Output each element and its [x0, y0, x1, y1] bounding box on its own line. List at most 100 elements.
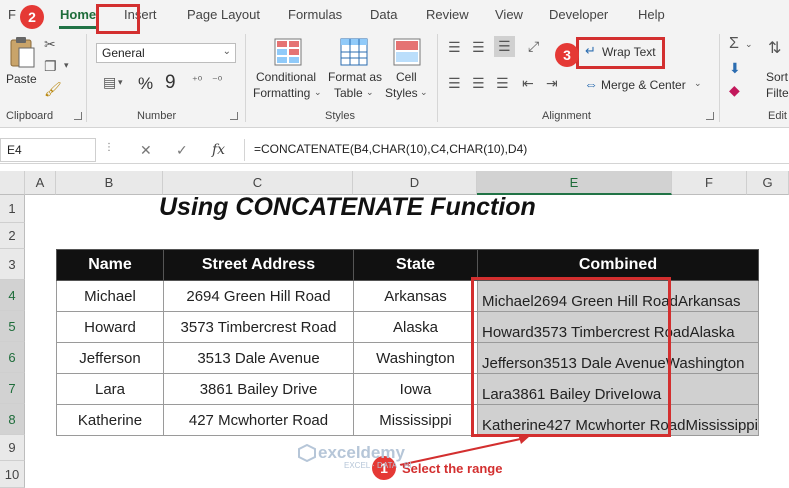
name-box[interactable]: E4	[0, 138, 96, 162]
align-center-icon[interactable]: ☰	[472, 75, 485, 92]
column-header-a[interactable]: A	[25, 171, 56, 195]
autosum-icon[interactable]: Σ	[729, 35, 739, 53]
row-header-8[interactable]: 8	[0, 404, 25, 435]
sort-filter-icon[interactable]: ⇅	[768, 38, 781, 58]
paste-icon[interactable]	[8, 36, 36, 70]
selected-range-highlight	[471, 277, 671, 437]
tab-review[interactable]: Review	[426, 7, 469, 22]
select-all-button[interactable]	[0, 171, 25, 195]
clear-icon[interactable]: ◆	[729, 82, 740, 99]
tab-developer[interactable]: Developer	[549, 7, 608, 22]
chevron-down-icon[interactable]: ⌄	[314, 87, 322, 98]
cell-state[interactable]: Iowa	[353, 373, 478, 405]
accounting-dropdown-icon[interactable]: ▾	[118, 77, 123, 88]
cell-styles-icon[interactable]	[393, 38, 421, 66]
column-header-f[interactable]: F	[672, 171, 747, 195]
chevron-down-icon[interactable]: ⌄	[694, 78, 702, 89]
cut-icon[interactable]: ✂	[44, 36, 56, 53]
orientation-icon[interactable]: ⤢	[528, 38, 539, 55]
header-street-address[interactable]: Street Address	[163, 249, 354, 281]
chevron-down-icon[interactable]: ⌄	[366, 87, 374, 98]
align-bottom-icon[interactable]: ☰	[494, 36, 515, 57]
clipboard-launcher-icon[interactable]	[74, 112, 82, 120]
align-top-icon[interactable]: ☰	[448, 39, 461, 56]
merge-center-icon[interactable]: ⇔	[584, 76, 598, 92]
cell-name[interactable]: Lara	[56, 373, 164, 405]
format-painter-icon[interactable]: 🖌	[44, 81, 62, 98]
header-state[interactable]: State	[353, 249, 478, 281]
chevron-down-icon[interactable]: ⌄	[420, 87, 428, 98]
conditional-formatting-label-2[interactable]: Formatting	[253, 86, 310, 100]
cell-street[interactable]: 427 Mcwhorter Road	[163, 404, 354, 436]
row-header-4[interactable]: 4	[0, 280, 25, 311]
paste-button-label[interactable]: Paste	[6, 72, 37, 86]
cell-street[interactable]: 3513 Dale Avenue	[163, 342, 354, 374]
insert-function-icon[interactable]: fx	[212, 142, 225, 158]
row-header-10[interactable]: 10	[0, 461, 25, 488]
row-header-6[interactable]: 6	[0, 342, 25, 373]
column-header-b[interactable]: B	[56, 171, 163, 195]
header-combined[interactable]: Combined	[477, 249, 759, 281]
cell-name[interactable]: Michael	[56, 280, 164, 312]
alignment-launcher-icon[interactable]	[706, 112, 714, 120]
cancel-icon[interactable]: ✕	[140, 142, 152, 159]
align-middle-icon[interactable]: ☰	[472, 39, 485, 56]
formula-input[interactable]: =CONCATENATE(B4,CHAR(10),C4,CHAR(10),D4)	[254, 142, 527, 156]
fill-icon[interactable]: ⬇	[729, 60, 741, 77]
conditional-formatting-label-1[interactable]: Conditional	[256, 70, 316, 84]
row-header-9[interactable]: 9	[0, 435, 25, 461]
align-right-icon[interactable]: ☰	[496, 75, 509, 92]
column-header-c[interactable]: C	[163, 171, 353, 195]
format-as-table-label-2[interactable]: Table	[334, 86, 363, 100]
number-format-select[interactable]: General ⌄	[96, 43, 236, 63]
increase-indent-icon[interactable]: ⇥	[546, 75, 558, 92]
tab-home[interactable]: Home	[60, 7, 96, 22]
cell-name[interactable]: Katherine	[56, 404, 164, 436]
header-name[interactable]: Name	[56, 249, 164, 281]
enter-icon[interactable]: ✓	[176, 142, 188, 159]
increase-decimal-icon[interactable]: ⁺⁰	[192, 74, 202, 87]
align-left-icon[interactable]: ☰	[448, 75, 461, 92]
comma-style-icon[interactable]: 9	[165, 72, 176, 94]
row-header-5[interactable]: 5	[0, 311, 25, 342]
cell-street[interactable]: 3861 Bailey Drive	[163, 373, 354, 405]
decrease-decimal-icon[interactable]: ⁻⁰	[212, 74, 222, 87]
filter-label[interactable]: Filter	[766, 86, 789, 100]
sort-label[interactable]: Sort	[766, 70, 788, 84]
tab-help[interactable]: Help	[638, 7, 665, 22]
tab-file[interactable]: F	[8, 7, 16, 22]
column-header-d[interactable]: D	[353, 171, 477, 195]
column-header-g[interactable]: G	[747, 171, 789, 195]
row-header-2[interactable]: 2	[0, 223, 25, 249]
row-header-3[interactable]: 3	[0, 249, 25, 280]
tab-page-layout[interactable]: Page Layout	[187, 7, 260, 22]
row-header-7[interactable]: 7	[0, 373, 25, 404]
number-launcher-icon[interactable]	[230, 112, 238, 120]
tab-data[interactable]: Data	[370, 7, 397, 22]
format-as-table-icon[interactable]	[340, 38, 368, 66]
cell-street[interactable]: 2694 Green Hill Road	[163, 280, 354, 312]
cell-state[interactable]: Arkansas	[353, 280, 478, 312]
tab-view[interactable]: View	[495, 7, 523, 22]
cell-styles-label-1[interactable]: Cell	[396, 70, 417, 84]
cell-name[interactable]: Howard	[56, 311, 164, 343]
tab-formulas[interactable]: Formulas	[288, 7, 342, 22]
cell-name[interactable]: Jefferson	[56, 342, 164, 374]
decrease-indent-icon[interactable]: ⇤	[522, 75, 534, 92]
conditional-formatting-icon[interactable]	[274, 38, 302, 66]
copy-icon[interactable]: ❐	[44, 58, 57, 75]
cell-styles-label-2[interactable]: Styles	[385, 86, 418, 100]
merge-center-label[interactable]: Merge & Center	[601, 78, 686, 92]
cell-street[interactable]: 3573 Timbercrest Road	[163, 311, 354, 343]
row-header-1[interactable]: 1	[0, 195, 25, 223]
column-header-e[interactable]: E	[477, 171, 672, 195]
more-icon[interactable]: ⋮	[104, 142, 114, 153]
chevron-down-icon[interactable]: ⌄	[745, 39, 753, 50]
percent-style-icon[interactable]: %	[138, 74, 153, 94]
copy-dropdown-icon[interactable]: ▾	[64, 60, 69, 71]
cell-state[interactable]: Washington	[353, 342, 478, 374]
group-separator	[437, 34, 438, 122]
cell-state[interactable]: Alaska	[353, 311, 478, 343]
accounting-format-icon[interactable]: ▤	[103, 74, 116, 91]
format-as-table-label-1[interactable]: Format as	[328, 70, 382, 84]
